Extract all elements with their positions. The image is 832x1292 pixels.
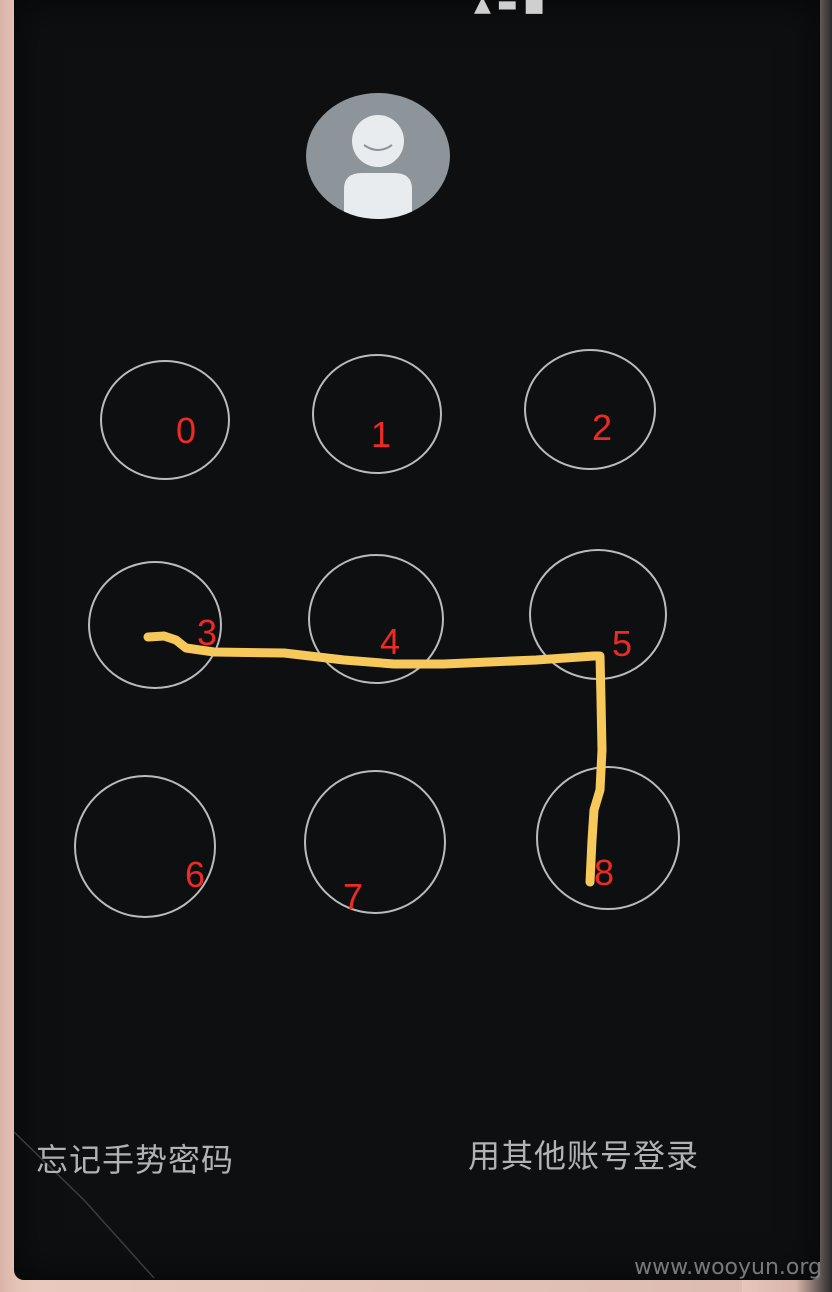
screen-crack bbox=[14, 1131, 155, 1279]
photo-frame: ▲▬■ 0 1 2 3 4 5 6 7 8 忘记手势密码 用其他账号登录 www… bbox=[0, 0, 832, 1292]
watermark: www.wooyun.org bbox=[634, 1255, 822, 1280]
lock-screen: ▲▬■ 0 1 2 3 4 5 6 7 8 忘记手势密码 用其他账号登录 bbox=[14, 0, 820, 1280]
